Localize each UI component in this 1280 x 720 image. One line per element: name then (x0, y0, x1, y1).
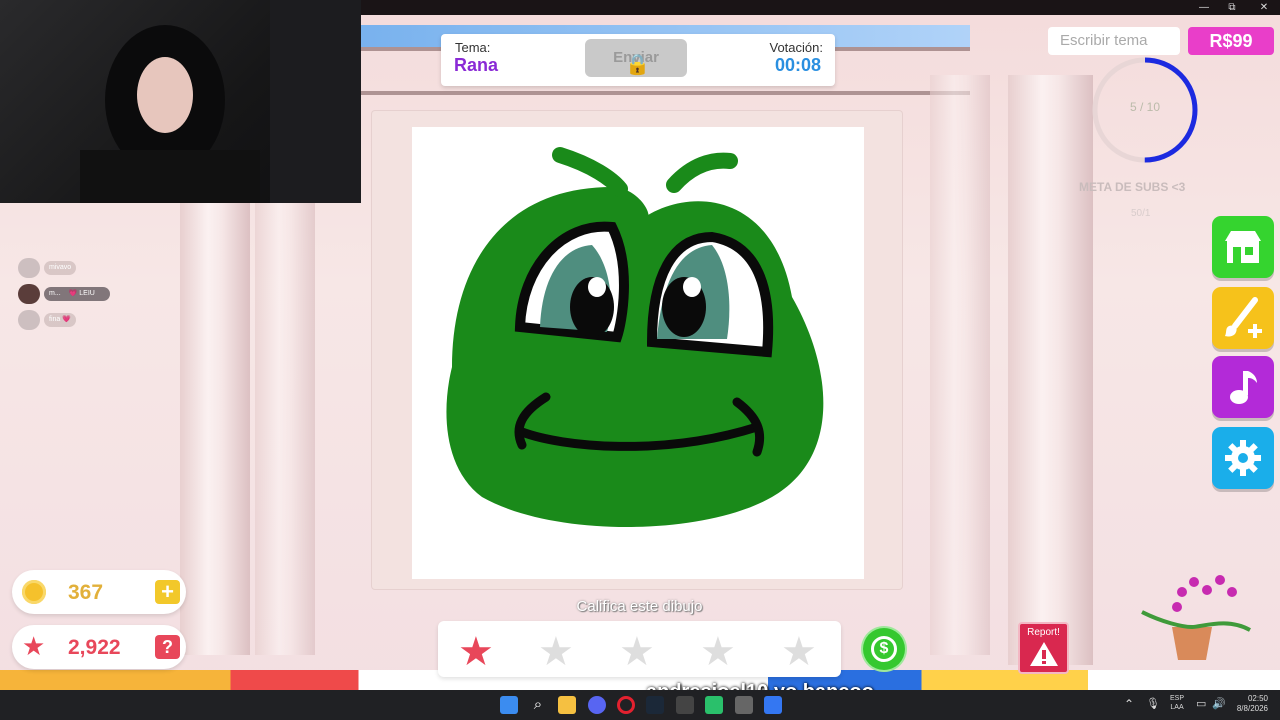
coins-value: 367 (68, 581, 104, 604)
subs-progress-text: 5 / 10 (1129, 100, 1161, 114)
clock-date: 8/8/2026 (1236, 704, 1268, 713)
microphone-icon[interactable]: 🎙 (1146, 697, 1160, 710)
start-icon[interactable] (500, 696, 518, 714)
flower-pot-decoration (1141, 575, 1251, 660)
avatar[interactable] (18, 310, 40, 330)
avatar[interactable] (18, 258, 40, 278)
star-2-button[interactable]: ★ (538, 632, 574, 672)
language-layout: LAA (1170, 704, 1184, 711)
close-button[interactable]: ✕ (1248, 0, 1280, 15)
topic-label: Tema: (455, 40, 491, 55)
shop-button[interactable] (1212, 216, 1274, 278)
subs-goal-label: META DE SUBS <3 (1079, 180, 1186, 194)
opera-icon[interactable] (617, 696, 635, 714)
robux-button[interactable]: R$99 (1188, 27, 1274, 55)
gear-icon (1225, 440, 1261, 476)
player-badge: 💗 LEIU (68, 290, 95, 297)
report-label: Report! (1027, 627, 1060, 638)
avatar[interactable] (18, 284, 40, 304)
subs-goal-sub: 50/1 (1131, 208, 1151, 219)
taskbar (0, 690, 1280, 720)
rating-bar: ★ ★ ★ ★ ★ (438, 621, 841, 677)
pillar-left-2 (255, 200, 315, 655)
music-button[interactable] (1212, 356, 1274, 418)
report-button[interactable]: Report! (1018, 622, 1069, 674)
volume-icon[interactable]: 🔊 (1212, 697, 1226, 710)
lock-icon: 🔒 (625, 54, 650, 76)
settings-button[interactable] (1212, 427, 1274, 489)
subs-goal-ring: 5 / 10 (1090, 55, 1200, 165)
tray-chevron-icon[interactable]: ⌃ (1124, 697, 1134, 711)
pillar-right (1008, 75, 1093, 665)
webcam-overlay (0, 0, 361, 203)
pillar-left-1 (180, 200, 250, 655)
app-icon[interactable] (705, 696, 723, 714)
language-indicator[interactable]: ESP LAA (1170, 694, 1184, 712)
stars-display: ★ 2,922 ? (12, 625, 186, 669)
star-5-button[interactable]: ★ (781, 632, 817, 672)
player-name: m... (49, 290, 61, 297)
topic-value: Rana (454, 55, 499, 75)
round-info-panel: Tema: Rana Enviar 🔒 Votación: 00:08 (441, 34, 835, 86)
coin-icon (22, 580, 46, 604)
shop-icon (1225, 231, 1261, 263)
player-name[interactable]: fina 💗 (44, 313, 76, 327)
language-code: ESP (1170, 695, 1185, 702)
drawing-canvas (412, 127, 864, 579)
voting-timer: 00:08 (774, 55, 821, 75)
rating-prompt: Califica este dibujo (576, 598, 703, 615)
stars-value: 2,922 (68, 636, 121, 659)
clock[interactable]: 02:50 8/8/2026 (1228, 694, 1268, 714)
music-note-icon (1230, 371, 1257, 404)
brush-button[interactable] (1212, 287, 1274, 349)
star-1-button[interactable]: ★ (458, 632, 494, 672)
coins-display: 367 + (12, 570, 186, 614)
player-name[interactable]: mivavo (44, 261, 77, 275)
restore-button[interactable]: ⧉ (1216, 0, 1248, 15)
frog-drawing (446, 147, 824, 527)
star-4-button[interactable]: ★ (700, 632, 736, 672)
stars-help-button[interactable]: ? (155, 635, 180, 659)
search-icon[interactable]: ⌕ (529, 696, 547, 714)
network-icon[interactable]: ▭ (1196, 697, 1206, 710)
app-icon[interactable] (676, 696, 694, 714)
add-coins-button[interactable]: + (155, 580, 180, 604)
star-icon: ★ (22, 631, 46, 661)
streamer-silhouette (80, 0, 361, 203)
dollar-icon: $ (871, 636, 897, 662)
discord-icon[interactable] (588, 696, 606, 714)
player-name-badge[interactable]: m... 💗 LEIU (44, 287, 110, 301)
steam-icon[interactable] (646, 696, 664, 714)
folder-icon[interactable] (558, 696, 576, 714)
tip-button[interactable]: $ (863, 628, 905, 670)
app-icon[interactable] (735, 696, 753, 714)
paintbrush-plus-icon (1225, 297, 1262, 338)
write-topic-input[interactable]: Escribir tema (1048, 27, 1180, 55)
roblox-icon[interactable] (764, 696, 782, 714)
warning-icon (1030, 642, 1058, 666)
voting-label: Votación: (769, 40, 824, 55)
pillar-right-2 (930, 75, 990, 655)
submit-button[interactable]: Enviar 🔒 (585, 39, 687, 77)
star-3-button[interactable]: ★ (619, 632, 655, 672)
clock-time: 02:50 (1247, 694, 1268, 703)
